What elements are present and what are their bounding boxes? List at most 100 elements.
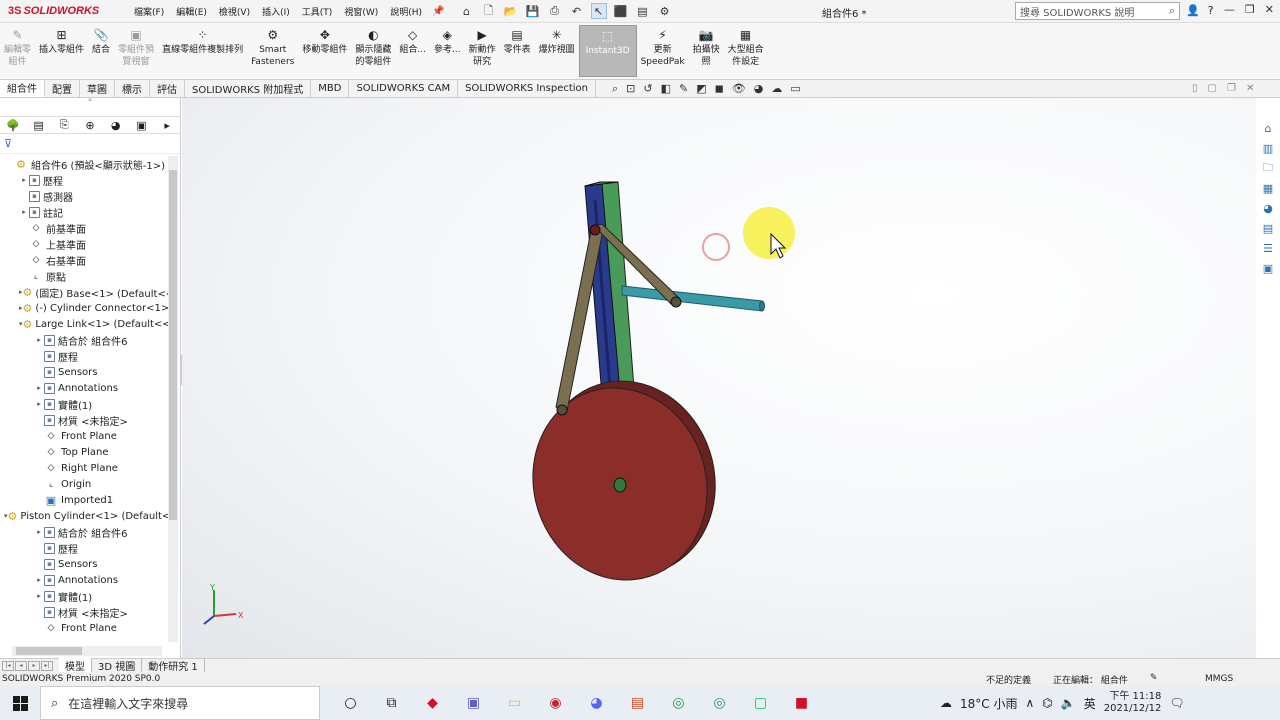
new-document-icon[interactable]: 🗋: [481, 3, 497, 19]
view-settings-icon[interactable]: ▭: [790, 82, 800, 96]
tree-node[interactable]: ▸ ▪ Annotations: [0, 380, 168, 396]
panel-splitter[interactable]: °: [0, 98, 180, 116]
save-icon[interactable]: 💾: [525, 3, 541, 19]
tree-node[interactable]: ▸ ▪ 實體(1): [0, 396, 168, 412]
expand-toggle-icon[interactable]: ▸: [34, 384, 44, 392]
cortana-icon[interactable]: ○: [330, 686, 371, 720]
open-icon[interactable]: 📂: [503, 3, 519, 19]
notifications-icon[interactable]: 🗨: [1169, 696, 1184, 710]
tree-node[interactable]: ◇ Right Plane: [0, 460, 168, 476]
graphics-area[interactable]: Y X: [182, 98, 1256, 658]
command-smart-fasteners[interactable]: ⚙ Smart Fasteners: [247, 23, 298, 79]
tree-node[interactable]: ▣ Imported1: [0, 492, 168, 508]
command-speedpak[interactable]: ⚡ 更新 SpeedPak: [637, 23, 689, 79]
command-move-component[interactable]: ✥ 移動零組件: [298, 23, 351, 79]
tree-node[interactable]: ◇ 前基準面: [0, 220, 168, 236]
command-show-hidden[interactable]: ◐ 顯示隱藏 的零組件: [351, 23, 395, 79]
command-exploded-view[interactable]: ✳ 爆炸視圖: [535, 23, 579, 79]
next-tab-icon[interactable]: ▸: [28, 660, 40, 671]
bottom-tab-2[interactable]: 動作研究 1: [142, 658, 205, 673]
solidworks-taskbar-icon[interactable]: ■: [781, 686, 822, 720]
minimize-icon[interactable]: —: [1224, 3, 1235, 16]
options-icon[interactable]: ⚙: [657, 3, 673, 19]
configuration-manager-tab-icon[interactable]: ⎘: [51, 118, 77, 132]
select-icon[interactable]: ↖: [590, 3, 607, 19]
tab-7[interactable]: SOLIDWORKS CAM: [349, 80, 459, 97]
scroll-thumb[interactable]: [169, 170, 177, 520]
tab-5[interactable]: SOLIDWORKS 附加程式: [185, 80, 312, 97]
tree-node[interactable]: ▸ ⚙ (固定) Base<1> (Default<<D: [0, 284, 168, 300]
chrome-profile-icon[interactable]: ◎: [699, 686, 740, 720]
expand-toggle-icon[interactable]: ▸: [34, 592, 44, 600]
menu-item-5[interactable]: 視窗(W): [338, 5, 384, 18]
expand-toggle-icon[interactable]: ▸: [34, 528, 44, 536]
design-library-icon[interactable]: ▥: [1260, 140, 1276, 156]
forum-icon[interactable]: ☰: [1260, 240, 1276, 256]
property-manager-tab-icon[interactable]: ▤: [26, 119, 52, 132]
expand-toggle-icon[interactable]: ▸: [19, 208, 29, 216]
tree-node[interactable]: ▪ 歷程: [0, 348, 168, 364]
file-properties-icon[interactable]: ▤: [635, 3, 651, 19]
viewport-close-icon[interactable]: ✕: [1246, 83, 1254, 94]
home-icon[interactable]: ⌂: [459, 3, 475, 19]
scene-icon[interactable]: ☁: [771, 82, 782, 96]
viewport-restore-icon[interactable]: ❐: [1227, 83, 1236, 94]
solidworks-resources-icon[interactable]: ⌂: [1260, 120, 1276, 136]
model-canvas[interactable]: Y X: [182, 98, 1256, 658]
menu-item-6[interactable]: 說明(H): [384, 5, 428, 18]
tree-node[interactable]: ▸ ▪ 結合於 組合件6: [0, 524, 168, 540]
command-preview-window[interactable]: ▣ 零組件預 覽視窗: [114, 23, 158, 79]
print-icon[interactable]: ⎙: [547, 3, 563, 19]
photos-icon[interactable]: ▤: [617, 686, 658, 720]
hide-show-items-icon[interactable]: 👁: [732, 82, 746, 96]
teams-icon[interactable]: ▣: [453, 686, 494, 720]
close-icon[interactable]: ✕: [1265, 3, 1274, 16]
command-bom[interactable]: ▤ 零件表: [500, 23, 535, 79]
tab-0[interactable]: 組合件: [0, 80, 45, 97]
tree-node[interactable]: ▸ ▪ 註記: [0, 204, 168, 220]
section-view-icon[interactable]: ◧: [661, 82, 671, 96]
tab-4[interactable]: 評估: [150, 80, 185, 97]
expand-toggle-icon[interactable]: ▸: [19, 176, 29, 184]
file-explorer-icon[interactable]: 🗀: [1260, 160, 1276, 176]
tree-node[interactable]: ▸ ▪ Annotations: [0, 572, 168, 588]
zoom-to-fit-icon[interactable]: ⌕: [612, 82, 618, 96]
command-snapshot[interactable]: 📷 拍攝快 照: [689, 23, 724, 79]
rebuild-icon[interactable]: ⬛: [613, 3, 629, 19]
tree-node[interactable]: ▪ Sensors: [0, 556, 168, 572]
feature-tree-tab-icon[interactable]: 🌳: [0, 119, 26, 132]
unit-system[interactable]: MMGS: [1205, 674, 1233, 684]
task-view-icon[interactable]: ⧉: [371, 686, 412, 720]
tab-2[interactable]: 草圖: [80, 80, 115, 97]
previous-view-icon[interactable]: ↺: [643, 82, 652, 96]
command-instant3d[interactable]: ⬚ Instant3D: [578, 25, 637, 77]
menu-item-4[interactable]: 工具(T): [296, 5, 339, 18]
tree-node[interactable]: ◇ 右基準面: [0, 252, 168, 268]
expand-toggle-icon[interactable]: ▸: [34, 336, 44, 344]
dynamic-annotation-icon[interactable]: ✎: [679, 82, 688, 96]
restore-icon[interactable]: ❐: [1245, 3, 1255, 16]
quick-tips-icon[interactable]: ✎: [1150, 673, 1158, 686]
volume-icon[interactable]: 🔈: [1061, 696, 1076, 710]
filter-icon[interactable]: ⊽: [4, 137, 12, 150]
start-button[interactable]: [0, 686, 40, 720]
command-large-assembly[interactable]: ▦ 大型組合 件設定: [724, 23, 768, 79]
ime-indicator[interactable]: 英: [1084, 695, 1096, 712]
menu-item-1[interactable]: 編輯(E): [170, 5, 213, 18]
undo-icon[interactable]: ↶: [569, 3, 585, 19]
tree-node[interactable]: ▪ 材質 <未指定>: [0, 604, 168, 620]
tree-vertical-scrollbar[interactable]: [168, 156, 178, 642]
file-explorer-icon[interactable]: ▭: [494, 686, 535, 720]
tree-node[interactable]: ⌞ Origin: [0, 476, 168, 492]
app-pinned-icon[interactable]: ◆: [412, 686, 453, 720]
menu-item-0[interactable]: 檔案(F): [128, 5, 170, 18]
edit-appearance-icon[interactable]: ◕: [754, 82, 764, 96]
piston-rod[interactable]: [621, 285, 763, 312]
chrome-icon[interactable]: ◎: [658, 686, 699, 720]
tab-3[interactable]: 標示: [115, 80, 150, 97]
view-palette-icon[interactable]: ▦: [1260, 180, 1276, 196]
line-icon[interactable]: ▢: [740, 686, 781, 720]
tree-node[interactable]: ◇ Front Plane: [0, 620, 168, 636]
tree-node[interactable]: ▪ Sensors: [0, 364, 168, 380]
command-reference-geometry[interactable]: ◈ 參考...: [430, 23, 465, 79]
